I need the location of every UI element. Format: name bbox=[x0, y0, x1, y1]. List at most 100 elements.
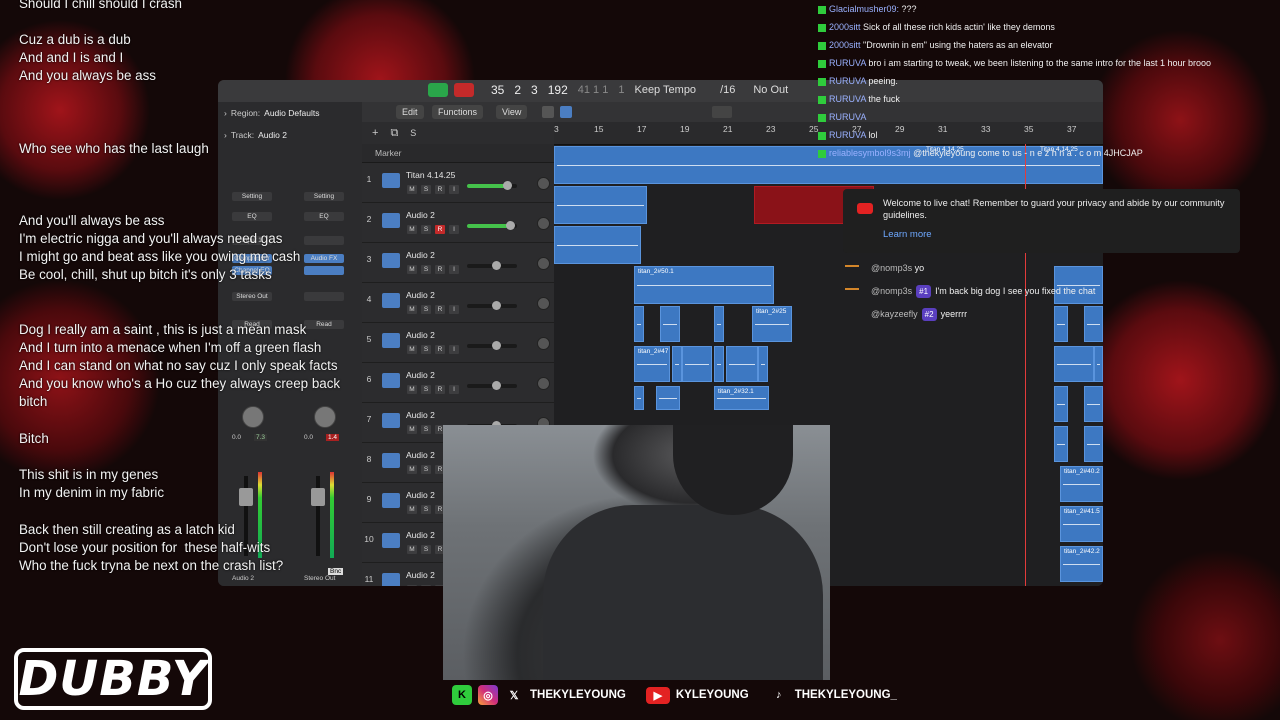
pan-knob[interactable] bbox=[314, 406, 336, 428]
view-menu[interactable]: View bbox=[496, 105, 528, 119]
volume-fader-thumb[interactable] bbox=[239, 488, 253, 506]
mute-button[interactable]: M bbox=[407, 385, 417, 394]
edit-menu[interactable]: Edit bbox=[396, 105, 424, 119]
audio-region[interactable] bbox=[758, 346, 768, 382]
audio-region[interactable]: titan_2#32.1 bbox=[714, 386, 769, 410]
mute-button[interactable]: M bbox=[407, 185, 417, 194]
inspector-track-row[interactable]: › Track: Audio 2 bbox=[218, 124, 362, 146]
audio-region[interactable] bbox=[726, 346, 758, 382]
track-row[interactable]: 2 Audio 2 MSRI bbox=[362, 202, 554, 243]
track-row[interactable]: 6 Audio 2 MSRI bbox=[362, 362, 554, 403]
mute-button[interactable]: M bbox=[407, 345, 417, 354]
solo-button[interactable]: S bbox=[421, 425, 431, 434]
track-name[interactable]: Audio 2 bbox=[406, 250, 435, 260]
audio-region[interactable] bbox=[714, 346, 724, 382]
plugin-slot[interactable]: Setting bbox=[304, 192, 344, 201]
track-volume-slider[interactable] bbox=[467, 301, 517, 310]
solo-button[interactable]: S bbox=[421, 585, 431, 586]
record-enable-button[interactable]: R bbox=[435, 385, 445, 394]
plugin-slot[interactable]: Audio FX bbox=[304, 254, 344, 263]
track-name[interactable]: Audio 2 bbox=[406, 370, 435, 380]
audio-region[interactable]: titan_2#47 bbox=[634, 346, 670, 382]
solo-button[interactable]: S bbox=[421, 225, 431, 234]
record-button[interactable] bbox=[454, 83, 474, 97]
marker-row[interactable]: Marker bbox=[362, 144, 554, 163]
functions-menu[interactable]: Functions bbox=[432, 105, 484, 119]
pointer-tool-icon[interactable] bbox=[712, 106, 732, 118]
track-volume-knob[interactable] bbox=[503, 181, 512, 190]
grid-view-icon[interactable] bbox=[542, 106, 554, 118]
audio-region[interactable] bbox=[1054, 386, 1068, 422]
track-volume-slider[interactable] bbox=[467, 181, 517, 190]
mute-button[interactable]: M bbox=[407, 265, 417, 274]
record-enable-button[interactable]: R bbox=[435, 305, 445, 314]
track-name[interactable]: Titan 4.14.25 bbox=[406, 170, 455, 180]
learn-more-link[interactable]: Learn more bbox=[883, 229, 932, 240]
solo-button[interactable]: S bbox=[421, 185, 431, 194]
track-pan-knob[interactable] bbox=[537, 257, 550, 270]
input-monitor-button[interactable]: I bbox=[449, 345, 459, 354]
track-name[interactable]: Audio 2 bbox=[406, 410, 435, 420]
audio-region[interactable] bbox=[1054, 426, 1068, 462]
time-signature[interactable]: /16 bbox=[720, 84, 735, 96]
audio-region[interactable] bbox=[682, 346, 712, 382]
record-enable-button[interactable]: R bbox=[435, 265, 445, 274]
track-pan-knob[interactable] bbox=[537, 337, 550, 350]
track-volume-knob[interactable] bbox=[492, 301, 501, 310]
input-monitor-button[interactable]: I bbox=[449, 225, 459, 234]
track-volume-knob[interactable] bbox=[492, 341, 501, 350]
bounce-button[interactable]: Bnc bbox=[328, 568, 344, 575]
track-row[interactable]: 4 Audio 2 MSRI bbox=[362, 282, 554, 323]
track-volume-knob[interactable] bbox=[505, 221, 515, 230]
mute-button[interactable]: M bbox=[407, 465, 417, 474]
duplicate-track-icon[interactable]: ⧉ bbox=[390, 127, 398, 140]
input-monitor-button[interactable]: I bbox=[449, 305, 459, 314]
audio-region[interactable] bbox=[634, 386, 644, 410]
volume-fader-thumb[interactable] bbox=[311, 488, 325, 506]
track-volume-slider[interactable] bbox=[467, 341, 517, 350]
add-track-icon[interactable]: + bbox=[372, 127, 378, 139]
audio-region[interactable] bbox=[672, 346, 682, 382]
audio-region[interactable] bbox=[714, 306, 724, 342]
audio-region[interactable] bbox=[656, 386, 680, 410]
track-volume-knob[interactable] bbox=[492, 381, 501, 390]
track-pan-knob[interactable] bbox=[537, 297, 550, 310]
mute-button[interactable]: M bbox=[407, 305, 417, 314]
mute-button[interactable]: M bbox=[407, 545, 417, 554]
play-button[interactable] bbox=[428, 83, 448, 97]
track-name[interactable]: Audio 2 bbox=[406, 330, 435, 340]
track-volume-knob[interactable] bbox=[492, 261, 501, 270]
solo-button[interactable]: S bbox=[421, 545, 431, 554]
track-name[interactable]: Audio 2 bbox=[406, 490, 435, 500]
input-monitor-button[interactable]: I bbox=[449, 265, 459, 274]
audio-region[interactable] bbox=[660, 306, 680, 342]
audio-region[interactable] bbox=[554, 226, 641, 264]
mute-button[interactable]: M bbox=[407, 585, 417, 586]
plugin-slot[interactable]: EQ bbox=[232, 212, 272, 221]
audio-region[interactable]: titan_2#41.5 bbox=[1060, 506, 1103, 542]
record-enable-button[interactable]: R bbox=[435, 185, 445, 194]
audio-region[interactable] bbox=[1084, 386, 1103, 422]
solo-button[interactable]: S bbox=[421, 265, 431, 274]
solo-icon[interactable]: S bbox=[410, 128, 416, 138]
track-volume-slider[interactable] bbox=[467, 221, 517, 230]
solo-button[interactable]: S bbox=[421, 345, 431, 354]
track-volume-slider[interactable] bbox=[467, 381, 517, 390]
track-row[interactable]: 3 Audio 2 MSRI bbox=[362, 242, 554, 283]
track-pan-knob[interactable] bbox=[537, 377, 550, 390]
solo-button[interactable]: S bbox=[421, 505, 431, 514]
record-enable-button[interactable]: R bbox=[435, 225, 445, 234]
audio-region[interactable] bbox=[1094, 346, 1103, 382]
plugin-slot[interactable]: Setting bbox=[232, 192, 272, 201]
audio-region[interactable] bbox=[634, 306, 644, 342]
inspector-region-row[interactable]: › Region: Audio Defaults bbox=[218, 102, 362, 124]
plugin-slot[interactable] bbox=[304, 236, 344, 245]
track-pan-knob[interactable] bbox=[537, 177, 550, 190]
mute-button[interactable]: M bbox=[407, 425, 417, 434]
tempo-mode[interactable]: Keep Tempo bbox=[634, 84, 696, 96]
track-name[interactable]: Audio 2 bbox=[406, 210, 435, 220]
track-row[interactable]: 1 Titan 4.14.25 M S R I bbox=[362, 162, 554, 203]
audio-region[interactable]: titan_2#40.2 bbox=[1060, 466, 1103, 502]
mute-button[interactable]: M bbox=[407, 505, 417, 514]
audio-region[interactable] bbox=[1084, 426, 1103, 462]
